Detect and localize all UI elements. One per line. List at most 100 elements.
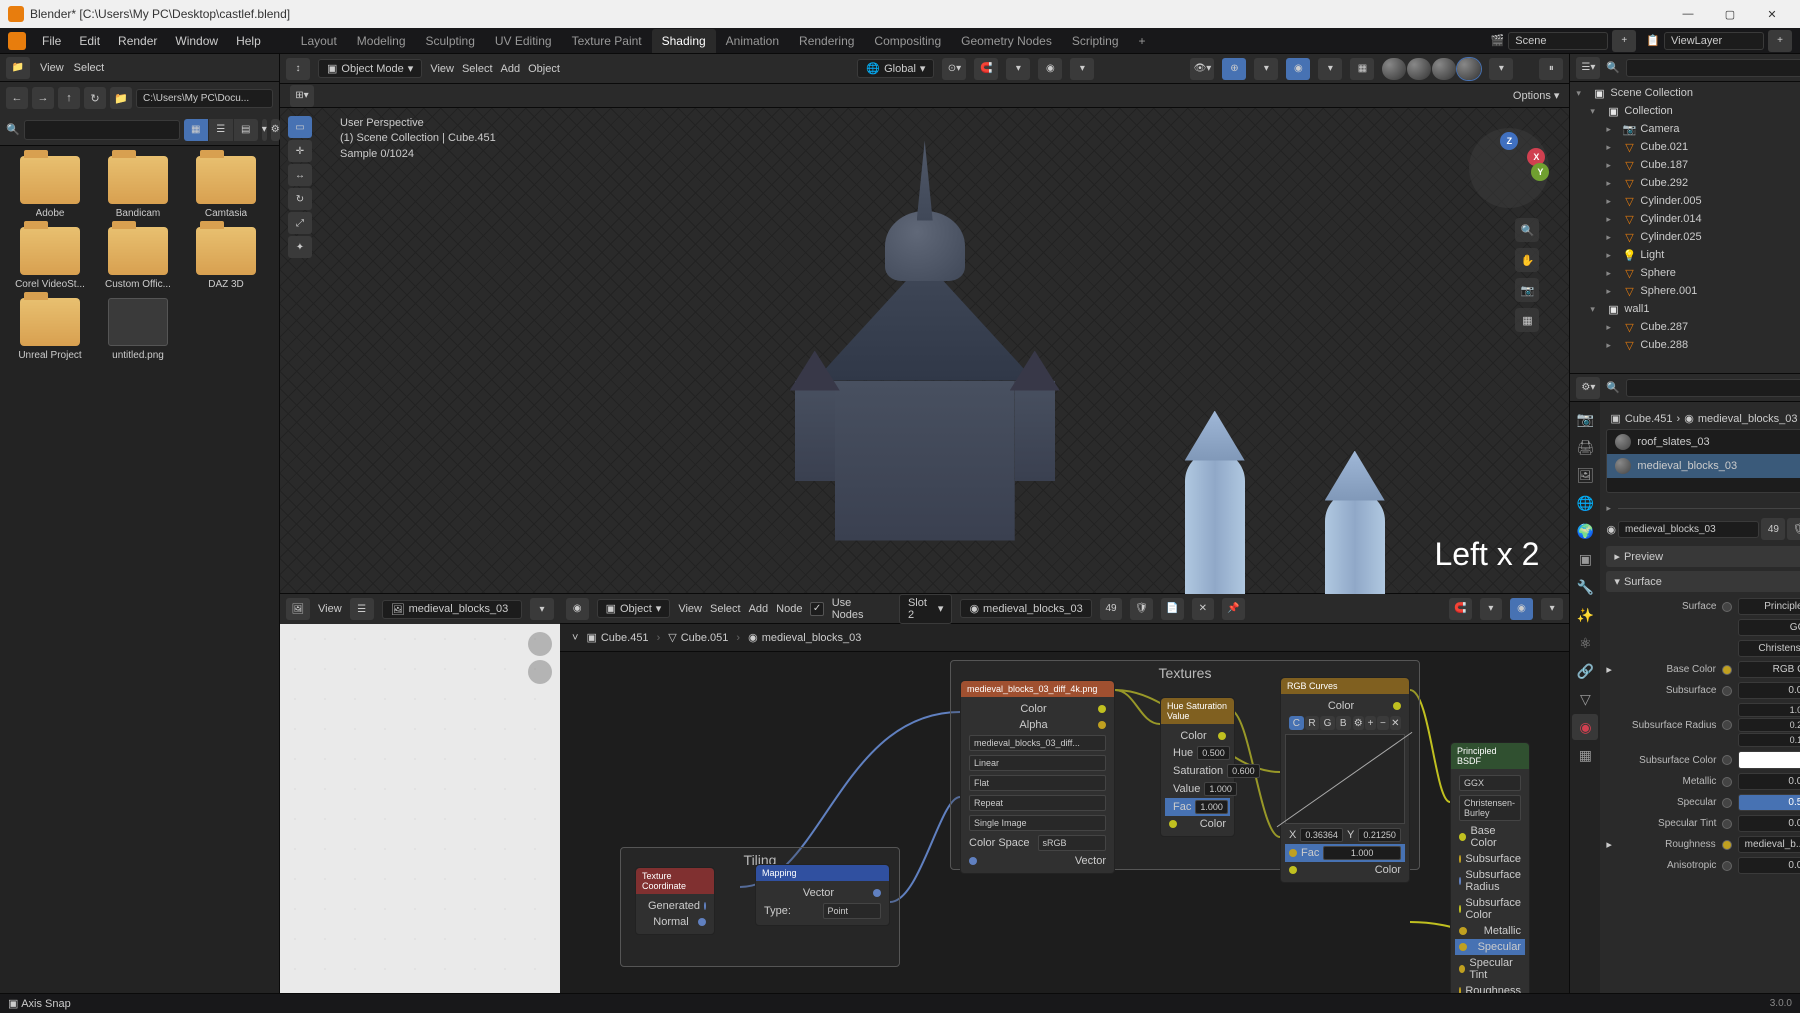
menu-edit[interactable]: Edit xyxy=(71,30,108,52)
use-nodes-checkbox[interactable] xyxy=(810,602,823,616)
vp-add[interactable]: Add xyxy=(501,63,521,75)
tab-scene[interactable]: 🌐 xyxy=(1572,490,1598,516)
ws-shading[interactable]: Shading xyxy=(652,29,716,53)
fb-view[interactable]: View xyxy=(40,62,64,74)
ws-add[interactable]: + xyxy=(1129,29,1156,53)
ws-rendering[interactable]: Rendering xyxy=(789,29,864,53)
snap-dropdown[interactable]: ▾ xyxy=(1006,58,1030,80)
menu-window[interactable]: Window xyxy=(167,30,226,52)
proportional-dropdown[interactable]: ▾ xyxy=(1070,58,1094,80)
material-dropdown[interactable]: ◉ medieval_blocks_03 xyxy=(960,599,1091,618)
nav-perspective-icon[interactable]: ▦ xyxy=(1515,308,1539,332)
ne-snap-dropdown[interactable]: ▾ xyxy=(1480,598,1503,620)
overlay-toggle[interactable]: ◉ xyxy=(1286,58,1310,80)
tree-item[interactable]: ▸ ▽ Cylinder.025 ▽ 👁📷 xyxy=(1570,228,1800,246)
folder-office[interactable]: Custom Offic... xyxy=(98,227,178,290)
3d-viewport[interactable]: ▭ ✛ ↔ ↻ ⤢ ✦ User Perspective (1) Scene C… xyxy=(280,108,1569,593)
tree-item[interactable]: ▸ ▽ Cube.187 ▽ 👁📷 xyxy=(1570,156,1800,174)
display-thumb-button[interactable]: ▦ xyxy=(184,119,208,141)
sort-dropdown[interactable]: ▾ xyxy=(262,119,267,141)
minimize-button[interactable]: — xyxy=(1668,0,1708,28)
display-list-button[interactable]: ☰ xyxy=(209,119,233,141)
close-button[interactable]: ✕ xyxy=(1752,0,1792,28)
scene-name-input[interactable] xyxy=(1508,32,1608,50)
tool-scale[interactable]: ⤢ xyxy=(288,212,312,234)
tool-rotate[interactable]: ↻ xyxy=(288,188,312,210)
crumb-object[interactable]: ▣ Cube.451 xyxy=(586,631,648,644)
tab-data[interactable]: ▽ xyxy=(1572,686,1598,712)
curve-zoom-in-icon[interactable]: + xyxy=(1365,716,1376,730)
tree-item[interactable]: ▸ ▽ Cube.021 ▽ 👁📷 xyxy=(1570,138,1800,156)
scene-new-button[interactable]: + xyxy=(1612,30,1636,52)
roughness-input[interactable]: medieval_b...ugh_4k.png xyxy=(1738,836,1800,853)
basecolor-link-icon[interactable] xyxy=(1722,665,1732,675)
shader-link-icon[interactable] xyxy=(1722,602,1732,612)
outliner-type-icon[interactable]: ☰▾ xyxy=(1576,57,1600,79)
curve-b[interactable]: B xyxy=(1336,716,1351,730)
shading-rendered[interactable] xyxy=(1457,58,1481,80)
nav-zoom-icon[interactable]: 🔍 xyxy=(1515,218,1539,242)
tab-render[interactable]: 📷 xyxy=(1572,406,1598,432)
nav-forward-button[interactable]: → xyxy=(32,87,54,109)
subsurfcolor-input[interactable] xyxy=(1738,751,1800,769)
image-canvas[interactable] xyxy=(280,624,560,993)
menu-render[interactable]: Render xyxy=(110,30,165,52)
tab-particles[interactable]: ✨ xyxy=(1572,602,1598,628)
material-users[interactable]: 49 xyxy=(1100,598,1123,620)
ws-scripting[interactable]: Scripting xyxy=(1062,29,1129,53)
image-editor-type-icon[interactable]: 🖼 xyxy=(286,598,310,620)
subsurfradius-x[interactable]: 1.000 xyxy=(1738,703,1800,717)
node-principled-bsdf[interactable]: Principled BSDF GGX Christensen-Burley B… xyxy=(1450,742,1530,993)
ws-geonodes[interactable]: Geometry Nodes xyxy=(951,29,1062,53)
shading-dropdown[interactable]: ▾ xyxy=(1489,58,1513,80)
tab-object[interactable]: ▣ xyxy=(1572,546,1598,572)
shading-solid[interactable] xyxy=(1407,58,1431,80)
nav-up-button[interactable]: ↑ xyxy=(58,87,80,109)
curve-clip-icon[interactable]: ✕ xyxy=(1390,716,1401,730)
tree-item[interactable]: ▸ ▽ Cylinder.005 ▽ 👁📷 xyxy=(1570,192,1800,210)
ws-layout[interactable]: Layout xyxy=(291,29,347,53)
curve-zoom-out-icon[interactable]: − xyxy=(1377,716,1388,730)
node-texcoord[interactable]: Texture Coordinate Generated Normal xyxy=(635,867,715,935)
img-pan-icon[interactable] xyxy=(528,660,552,684)
specular-link-icon[interactable] xyxy=(1722,798,1732,808)
editor-type-viewport-icon[interactable]: ↕ xyxy=(286,58,310,80)
tree-collection-wall[interactable]: ▾ ▣ wall1 👁📷 xyxy=(1570,300,1800,318)
tab-world[interactable]: 🌍 xyxy=(1572,518,1598,544)
ws-compositing[interactable]: Compositing xyxy=(864,29,951,53)
fb-select[interactable]: Select xyxy=(74,62,105,74)
image-dropdown[interactable]: 🖼 medieval_blocks_03 xyxy=(382,600,522,619)
slot-dropdown[interactable]: Slot 2 ▾ xyxy=(899,594,952,624)
proportional-button[interactable]: ◉ xyxy=(1038,58,1062,80)
ws-texpaint[interactable]: Texture Paint xyxy=(562,29,652,53)
options-dropdown[interactable]: Options ▾ xyxy=(1513,89,1560,102)
img-zoom-icon[interactable] xyxy=(528,632,552,656)
tree-item[interactable]: ▸ ▽ Cube.287 👁📷 xyxy=(1570,318,1800,336)
path-input[interactable]: C:\Users\My PC\Docu... xyxy=(136,89,273,108)
basecolor-input[interactable]: RGB Curves xyxy=(1738,661,1800,678)
nav-camera-icon[interactable]: 📷 xyxy=(1515,278,1539,302)
pause-button[interactable]: ⏸ xyxy=(1539,58,1563,80)
mat-expand[interactable]: ▸ xyxy=(1606,503,1618,514)
panel-surface[interactable]: ▾Surface xyxy=(1606,571,1800,592)
ne-overlay-dropdown[interactable]: ▾ xyxy=(1541,598,1564,620)
panel-preview[interactable]: ▸Preview xyxy=(1606,546,1800,567)
mat-name-input[interactable]: medieval_blocks_03 xyxy=(1618,521,1759,538)
ne-add[interactable]: Add xyxy=(749,603,769,615)
spectint-input[interactable]: 0.000 xyxy=(1738,815,1800,832)
shading-matprev[interactable] xyxy=(1432,58,1456,80)
pivot-dropdown[interactable]: ⊙▾ xyxy=(942,58,966,80)
material-fake-user-icon[interactable]: 🛡 xyxy=(1130,598,1153,620)
overlay-dropdown[interactable]: ▾ xyxy=(1318,58,1342,80)
tab-modifiers[interactable]: 🔧 xyxy=(1572,574,1598,600)
material-unlink-icon[interactable]: ✕ xyxy=(1192,598,1215,620)
nav-refresh-button[interactable]: ↻ xyxy=(84,87,106,109)
roughness-link-icon[interactable] xyxy=(1722,840,1732,850)
filter-button[interactable]: ⚙ xyxy=(271,119,280,141)
selectability-dropdown[interactable]: ⊞▾ xyxy=(290,85,314,107)
tool-move[interactable]: ↔ xyxy=(288,164,312,186)
outliner-search[interactable] xyxy=(1626,59,1800,77)
gizmo-z-axis[interactable]: Z xyxy=(1500,132,1518,150)
node-rgb-curves[interactable]: RGB Curves Color C R G B ⚙ + xyxy=(1280,677,1410,883)
curve-c[interactable]: C xyxy=(1289,716,1304,730)
